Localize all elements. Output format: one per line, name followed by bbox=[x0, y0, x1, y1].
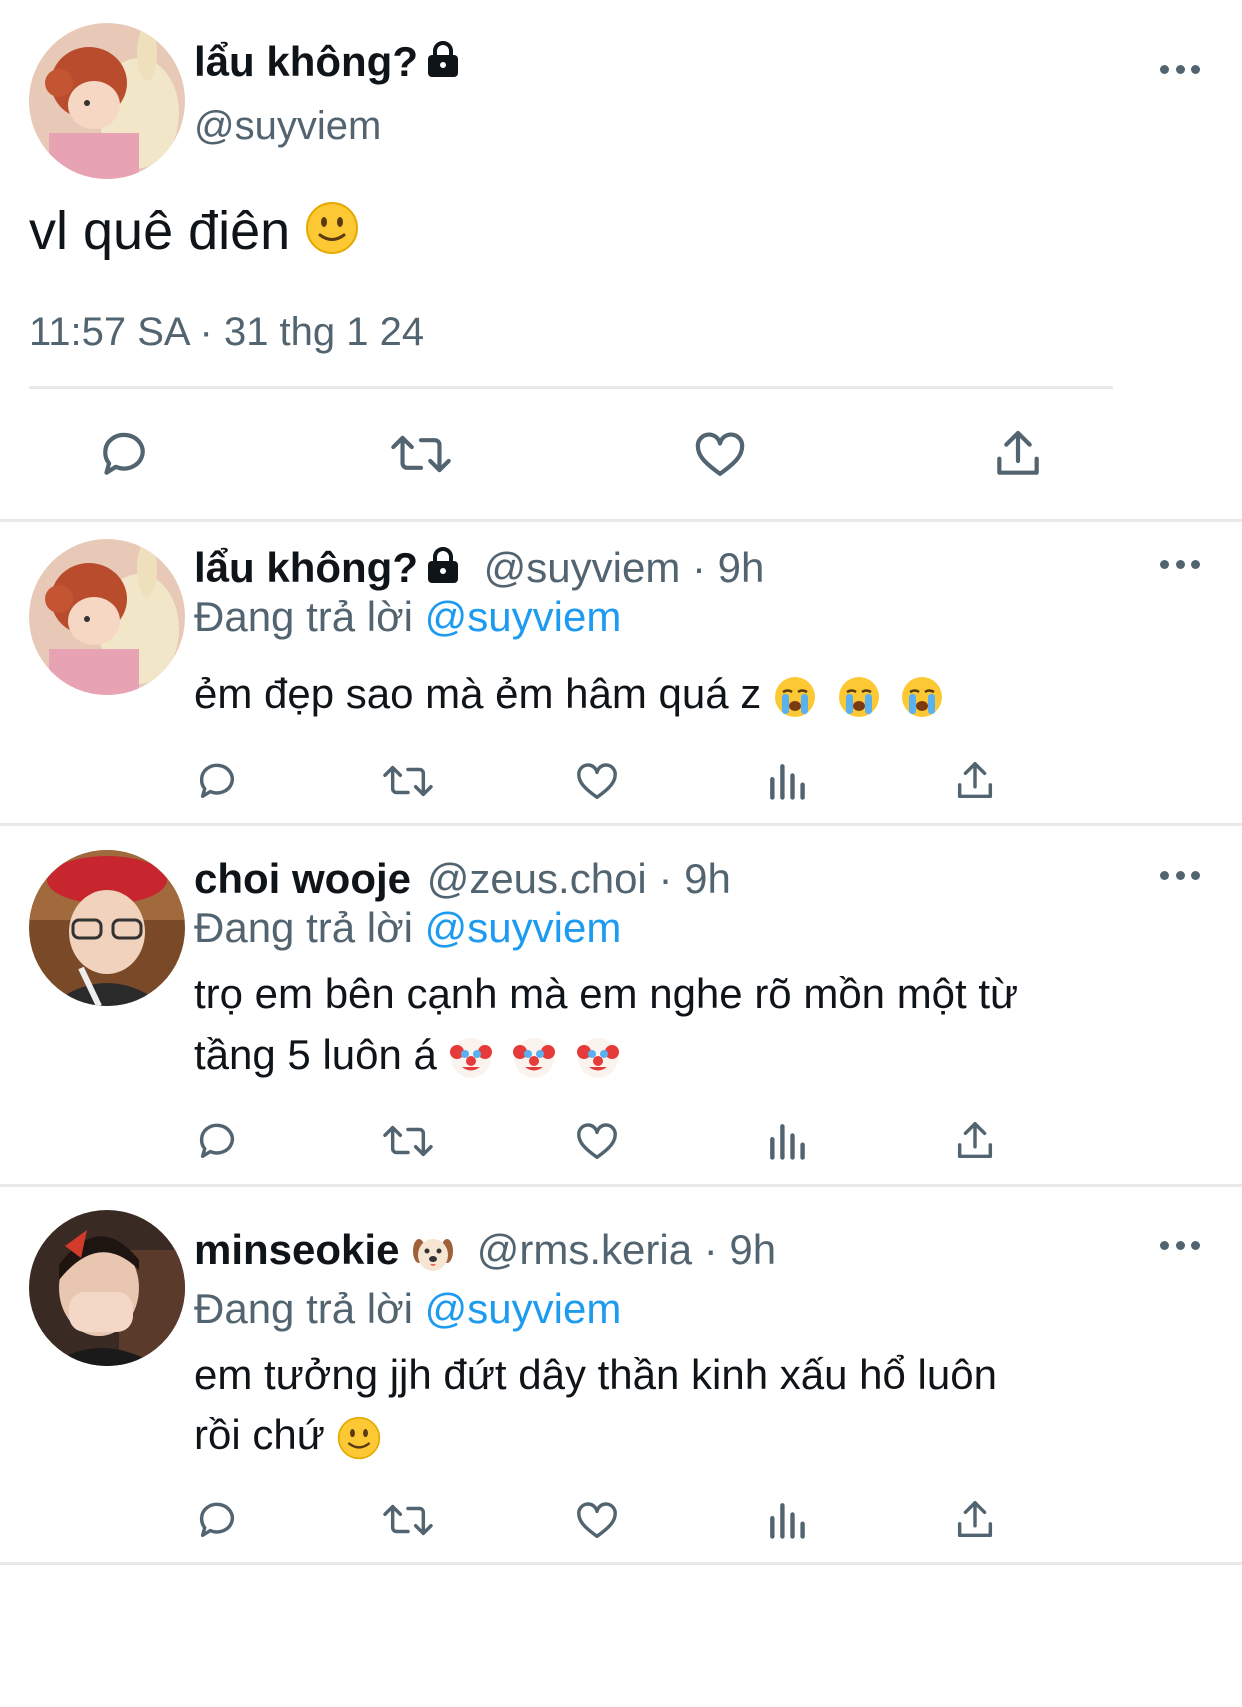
handle[interactable]: @suyviem bbox=[484, 544, 681, 591]
like-icon[interactable] bbox=[574, 1118, 620, 1164]
analytics-icon[interactable] bbox=[765, 758, 809, 804]
time[interactable]: · 9h bbox=[704, 1226, 776, 1273]
like-icon[interactable] bbox=[574, 1497, 620, 1543]
retweet-icon[interactable] bbox=[383, 1118, 433, 1164]
tweet-text-line: rồi chứ bbox=[194, 1411, 381, 1460]
tweet-text-line: tầng 5 luôn á bbox=[194, 1031, 620, 1080]
analytics-icon[interactable] bbox=[765, 1118, 809, 1164]
retweet-icon[interactable] bbox=[383, 1497, 433, 1543]
display-name[interactable]: lẩu không? bbox=[194, 38, 460, 89]
timestamp[interactable]: 11:57 SA · 31 thg 1 24 bbox=[29, 310, 424, 355]
share-icon[interactable] bbox=[952, 1118, 998, 1164]
lock-icon bbox=[426, 40, 460, 89]
like-icon[interactable] bbox=[692, 426, 748, 482]
replying-to: Đang trả lời @suyviem bbox=[194, 904, 622, 951]
divider bbox=[0, 1184, 1242, 1187]
divider bbox=[0, 1562, 1242, 1565]
reply-header: lẩu không? @suyviem · 9h bbox=[194, 544, 764, 595]
display-name[interactable]: choi wooje bbox=[194, 855, 411, 902]
crying-face-icon bbox=[773, 670, 944, 717]
slightly-smiling-face-icon bbox=[305, 201, 359, 268]
avatar[interactable] bbox=[29, 1210, 185, 1366]
reply-header: minseokie @rms.keria · 9h bbox=[194, 1226, 776, 1275]
display-name[interactable]: lẩu không? bbox=[194, 544, 418, 591]
avatar[interactable] bbox=[29, 539, 185, 695]
tweet-text: ẻm đẹp sao mà ẻm hâm quá z bbox=[194, 670, 944, 719]
mention-link[interactable]: @suyviem bbox=[425, 1285, 622, 1332]
reply-icon[interactable] bbox=[194, 1497, 240, 1543]
avatar[interactable] bbox=[29, 23, 185, 179]
tweet-text: vl quê điên bbox=[29, 200, 359, 268]
more-options-icon[interactable] bbox=[1160, 868, 1200, 882]
mention-link[interactable]: @suyviem bbox=[425, 904, 622, 951]
divider bbox=[29, 386, 1113, 389]
divider bbox=[0, 519, 1242, 522]
slightly-smiling-face-icon bbox=[337, 1411, 381, 1460]
avatar[interactable] bbox=[29, 850, 185, 1006]
handle[interactable]: @zeus.choi bbox=[427, 855, 647, 902]
share-icon[interactable] bbox=[990, 426, 1046, 482]
mention-link[interactable]: @suyviem bbox=[425, 593, 622, 640]
more-options-icon[interactable] bbox=[1160, 62, 1200, 76]
share-icon[interactable] bbox=[952, 1497, 998, 1543]
reply-icon[interactable] bbox=[194, 758, 240, 804]
dog-face-icon bbox=[411, 1226, 455, 1273]
replying-to: Đang trả lời @suyviem bbox=[194, 593, 622, 640]
replying-to: Đang trả lời @suyviem bbox=[194, 1285, 622, 1332]
reply-icon[interactable] bbox=[96, 426, 152, 482]
like-icon[interactable] bbox=[574, 758, 620, 804]
more-options-icon[interactable] bbox=[1160, 1238, 1200, 1252]
display-name[interactable]: minseokie bbox=[194, 1226, 399, 1273]
handle[interactable]: @suyviem bbox=[194, 104, 381, 149]
handle[interactable]: @rms.keria bbox=[477, 1226, 692, 1273]
tweet-text-line: em tưởng jjh đứt dây thần kinh xấu hổ lu… bbox=[194, 1351, 997, 1398]
analytics-icon[interactable] bbox=[765, 1497, 809, 1543]
time[interactable]: · 9h bbox=[692, 544, 764, 591]
tweet-text-line: trọ em bên cạnh mà em nghe rõ mồn một từ bbox=[194, 970, 1019, 1017]
time[interactable]: · 9h bbox=[658, 855, 730, 902]
more-options-icon[interactable] bbox=[1160, 557, 1200, 571]
share-icon[interactable] bbox=[952, 758, 998, 804]
reply-header: choi wooje @zeus.choi · 9h bbox=[194, 855, 731, 903]
retweet-icon[interactable] bbox=[391, 426, 451, 482]
divider bbox=[0, 823, 1242, 826]
retweet-icon[interactable] bbox=[383, 758, 433, 804]
clown-face-icon bbox=[449, 1031, 620, 1078]
lock-icon bbox=[426, 546, 460, 595]
reply-icon[interactable] bbox=[194, 1118, 240, 1164]
